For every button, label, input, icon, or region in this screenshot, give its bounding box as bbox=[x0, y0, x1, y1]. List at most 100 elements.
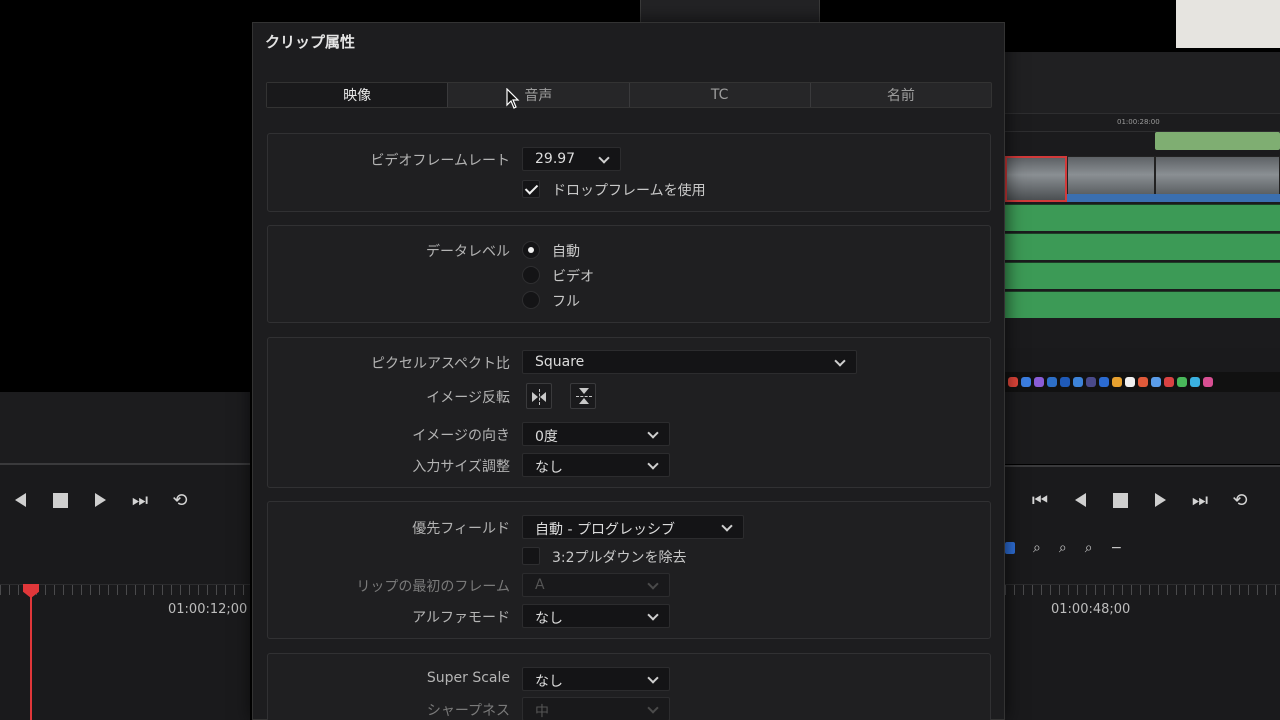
timeline-zoom-tools: ⌕ ⌕ ⌕ − bbox=[1005, 540, 1122, 556]
video-clip-top[interactable] bbox=[1155, 132, 1280, 150]
timeline-panel: 01:00:28:00 bbox=[1005, 52, 1280, 392]
dock-app-icon[interactable] bbox=[1190, 377, 1200, 387]
stop-button[interactable] bbox=[40, 485, 80, 515]
input-size-label: 入力サイズ調整 bbox=[412, 459, 510, 475]
loop-icon: ⟲ bbox=[1232, 489, 1248, 511]
skip-forward-icon: ⏭ bbox=[131, 489, 149, 511]
flip-vertical-icon bbox=[579, 388, 589, 394]
alpha-mode-select[interactable]: なし bbox=[522, 604, 670, 628]
pixel-aspect-select[interactable]: Square bbox=[522, 350, 857, 374]
play-reverse-button[interactable] bbox=[0, 485, 40, 515]
audio-track-3[interactable] bbox=[1005, 262, 1280, 289]
dock-app-icon[interactable] bbox=[1047, 377, 1057, 387]
frame-rate-value: 29.97 bbox=[535, 151, 576, 167]
left-timecode: 01:00:12;00 bbox=[168, 602, 248, 617]
dock-app-icon[interactable] bbox=[1151, 377, 1161, 387]
zoom-out-icon[interactable]: − bbox=[1111, 540, 1123, 556]
next-clip-button[interactable]: ⏭ bbox=[120, 485, 160, 515]
stop-button[interactable] bbox=[1100, 485, 1140, 515]
flip-vertical-button[interactable] bbox=[570, 383, 596, 409]
dock-app-icon[interactable] bbox=[1164, 377, 1174, 387]
background-panel bbox=[1176, 0, 1280, 48]
stop-icon bbox=[1112, 492, 1128, 508]
dock-app-icon[interactable] bbox=[1177, 377, 1187, 387]
image-group: ピクセルアスペクト比 Square イメージ反転 イメージの向き 0度 入力サイ… bbox=[267, 337, 991, 488]
data-level-full-radio[interactable] bbox=[522, 291, 540, 309]
flag-icon[interactable] bbox=[1005, 542, 1015, 554]
pixel-aspect-label: ピクセルアスペクト比 bbox=[370, 356, 510, 372]
dock-app-icon[interactable] bbox=[1060, 377, 1070, 387]
chevron-down-icon bbox=[647, 578, 659, 590]
orientation-select[interactable]: 0度 bbox=[522, 422, 670, 446]
timeline-ruler[interactable]: 01:00:28:00 bbox=[1005, 114, 1280, 132]
audio-track-4[interactable] bbox=[1005, 291, 1280, 318]
pulldown-checkbox[interactable] bbox=[522, 547, 540, 565]
audio-track-1[interactable] bbox=[1005, 204, 1280, 231]
flip-horizontal-button[interactable] bbox=[526, 383, 552, 409]
viewer-area bbox=[0, 0, 250, 392]
dock-app-icon[interactable] bbox=[1021, 377, 1031, 387]
tab-name[interactable]: 名前 bbox=[811, 83, 991, 107]
chevron-down-icon bbox=[647, 609, 659, 621]
frame-rate-row: ビデオフレームレート 29.97 bbox=[268, 147, 990, 171]
chevron-down-icon bbox=[647, 458, 659, 470]
super-scale-value: なし bbox=[535, 674, 563, 690]
dock-app-icon[interactable] bbox=[1008, 377, 1018, 387]
tab-timecode[interactable]: TC bbox=[630, 83, 811, 107]
tab-audio[interactable]: 音声 bbox=[448, 83, 630, 107]
dock-app-icon[interactable] bbox=[1034, 377, 1044, 387]
dock-app-icon[interactable] bbox=[1073, 377, 1083, 387]
frame-rate-label: ビデオフレームレート bbox=[370, 153, 510, 169]
skip-back-icon: ⏮ bbox=[1031, 489, 1049, 511]
first-frame-select: A bbox=[522, 573, 670, 597]
timeline-lower-ruler[interactable] bbox=[1005, 584, 1280, 624]
pulldown-label: 3:2プルダウンを除去 bbox=[552, 550, 687, 566]
data-level-label: データレベル bbox=[426, 244, 510, 260]
super-scale-select[interactable]: なし bbox=[522, 667, 670, 691]
stop-icon bbox=[52, 492, 68, 508]
drop-frame-checkbox[interactable] bbox=[522, 180, 540, 198]
dock-app-icon[interactable] bbox=[1125, 377, 1135, 387]
data-level-auto-radio[interactable] bbox=[522, 241, 540, 259]
super-scale-group: Super Scale なし シャープネス 中 bbox=[267, 653, 991, 720]
frame-rate-select[interactable]: 29.97 bbox=[522, 147, 621, 171]
sharpness-row: シャープネス 中 bbox=[268, 697, 990, 720]
orientation-row: イメージの向き 0度 bbox=[268, 422, 990, 446]
play-reverse-icon bbox=[14, 493, 26, 507]
play-button[interactable] bbox=[80, 485, 120, 515]
zoom-detail-icon[interactable]: ⌕ bbox=[1059, 540, 1067, 556]
play-button[interactable] bbox=[1140, 485, 1180, 515]
loop-button[interactable]: ⟲ bbox=[160, 485, 200, 515]
audio-track-2[interactable] bbox=[1005, 233, 1280, 260]
play-reverse-icon bbox=[1074, 493, 1086, 507]
dock-app-icon[interactable] bbox=[1138, 377, 1148, 387]
pixel-aspect-row: ピクセルアスペクト比 Square bbox=[268, 350, 990, 374]
mouse-cursor-icon bbox=[506, 88, 520, 109]
pulldown-row: 3:2プルダウンを除去 bbox=[268, 545, 990, 569]
zoom-custom-icon[interactable]: ⌕ bbox=[1085, 540, 1093, 556]
first-frame-row: リップの最初のフレーム A bbox=[268, 573, 990, 597]
data-level-full-label: フル bbox=[552, 294, 580, 310]
dock-app-icon[interactable] bbox=[1203, 377, 1213, 387]
timeline-ruler-timecode: 01:00:28:00 bbox=[1117, 118, 1160, 126]
pixel-aspect-value: Square bbox=[535, 354, 585, 370]
flip-horizontal-icon bbox=[532, 392, 538, 402]
video-clip-selected[interactable] bbox=[1005, 156, 1067, 202]
dock-app-icon[interactable] bbox=[1099, 377, 1109, 387]
data-level-video-radio[interactable] bbox=[522, 266, 540, 284]
tab-video[interactable]: 映像 bbox=[267, 83, 449, 107]
input-size-select[interactable]: なし bbox=[522, 453, 670, 477]
play-reverse-button[interactable] bbox=[1060, 485, 1100, 515]
loop-button[interactable]: ⟲ bbox=[1220, 485, 1260, 515]
go-to-end-button[interactable]: ⏭ bbox=[1180, 485, 1220, 515]
super-scale-row: Super Scale なし bbox=[268, 667, 990, 691]
dock-app-icon[interactable] bbox=[1086, 377, 1096, 387]
field-priority-select[interactable]: 自動 - プログレッシブ bbox=[522, 515, 744, 539]
alpha-mode-label: アルファモード bbox=[412, 610, 510, 626]
go-to-start-button[interactable]: ⏮ bbox=[1020, 485, 1060, 515]
right-timecode: 01:00:48;00 bbox=[1051, 602, 1131, 617]
dock-app-icon[interactable] bbox=[1112, 377, 1122, 387]
chevron-down-icon bbox=[721, 520, 733, 532]
dialog-title: クリップ属性 bbox=[265, 33, 356, 51]
zoom-full-icon[interactable]: ⌕ bbox=[1033, 540, 1041, 556]
